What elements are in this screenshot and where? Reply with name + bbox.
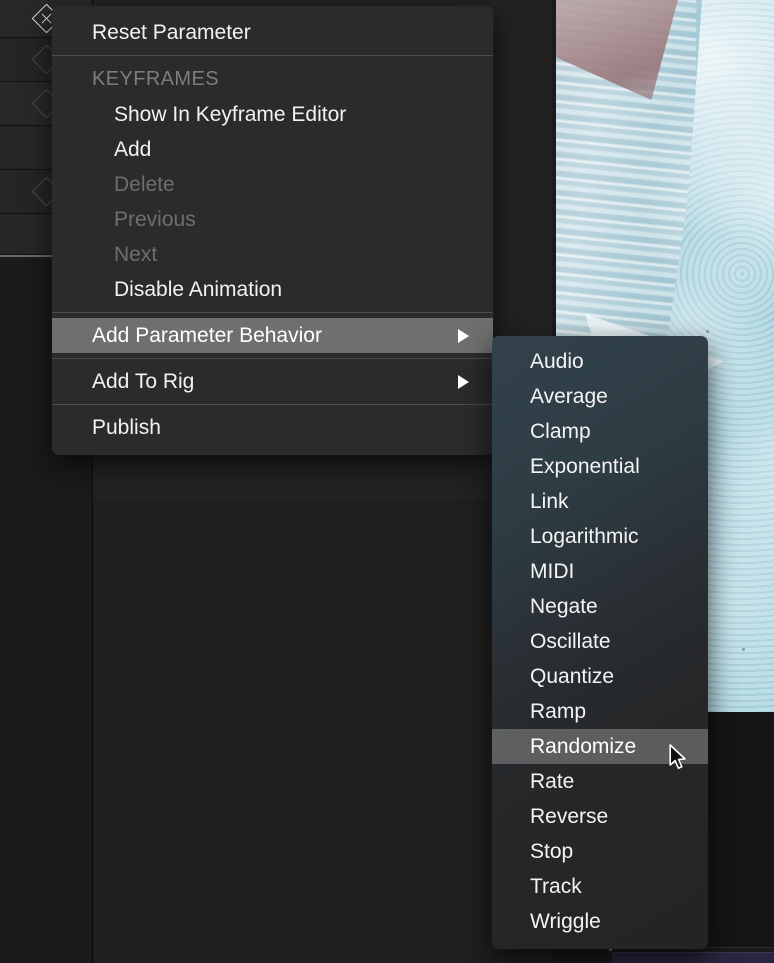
submenu-item-rate[interactable]: Rate xyxy=(492,764,708,799)
submenu-item-randomize[interactable]: Randomize xyxy=(492,729,708,764)
submenu-item-label: Randomize xyxy=(530,735,636,758)
menu-item-label: Reset Parameter xyxy=(92,21,251,44)
menu-item-previous: Previous xyxy=(52,202,493,237)
submenu-item-label: Quantize xyxy=(530,665,614,688)
submenu-item-label: MIDI xyxy=(530,560,574,583)
menu-separator xyxy=(52,404,493,405)
menu-separator xyxy=(52,55,493,56)
preview-speck xyxy=(742,648,745,651)
submenu-item-label: Track xyxy=(530,875,582,898)
submenu-item-label: Wriggle xyxy=(530,910,601,933)
menu-item-show-in-keyframe-editor[interactable]: Show In Keyframe Editor xyxy=(52,97,493,132)
submenu-item-label: Ramp xyxy=(530,700,586,723)
menu-item-label: Previous xyxy=(114,208,196,231)
menu-item-reset-parameter[interactable]: Reset Parameter xyxy=(52,15,493,50)
submenu-item-wriggle[interactable]: Wriggle xyxy=(492,904,708,939)
menu-item-label: Delete xyxy=(114,173,175,196)
preview-speck xyxy=(706,330,709,333)
submenu-item-label: Reverse xyxy=(530,805,608,828)
submenu-item-label: Oscillate xyxy=(530,630,611,653)
menu-item-delete: Delete xyxy=(52,167,493,202)
submenu-item-average[interactable]: Average xyxy=(492,379,708,414)
menu-top-padding xyxy=(52,6,493,15)
menu-item-label: Add To Rig xyxy=(92,370,194,393)
submenu-item-label: Negate xyxy=(530,595,598,618)
submenu-item-label: Audio xyxy=(530,350,584,373)
submenu-item-track[interactable]: Track xyxy=(492,869,708,904)
menu-item-publish[interactable]: Publish xyxy=(52,410,493,445)
timeline-clip-bar[interactable] xyxy=(612,952,774,963)
menu-item-label: Disable Animation xyxy=(114,278,282,301)
submenu-item-label: Exponential xyxy=(530,455,640,478)
submenu-item-audio[interactable]: Audio xyxy=(492,344,708,379)
submenu-item-exponential[interactable]: Exponential xyxy=(492,449,708,484)
submenu-item-reverse[interactable]: Reverse xyxy=(492,799,708,834)
submenu-item-stop[interactable]: Stop xyxy=(492,834,708,869)
submenu-item-logarithmic[interactable]: Logarithmic xyxy=(492,519,708,554)
menu-item-add-parameter-behavior[interactable]: Add Parameter Behavior xyxy=(52,318,493,353)
submenu-item-quantize[interactable]: Quantize xyxy=(492,659,708,694)
menu-separator xyxy=(52,312,493,313)
submenu-item-oscillate[interactable]: Oscillate xyxy=(492,624,708,659)
menu-item-disable-animation[interactable]: Disable Animation xyxy=(52,272,493,307)
submenu-item-clamp[interactable]: Clamp xyxy=(492,414,708,449)
submenu-item-label: Stop xyxy=(530,840,573,863)
context-menu: Reset Parameter KEYFRAMES Show In Keyfra… xyxy=(52,6,493,455)
submenu-item-label: Clamp xyxy=(530,420,591,443)
menu-item-add-to-rig[interactable]: Add To Rig xyxy=(52,364,493,399)
menu-item-label: Publish xyxy=(92,416,161,439)
parameter-behavior-submenu: Audio Average Clamp Exponential Link Log… xyxy=(492,336,708,949)
menu-section-label: KEYFRAMES xyxy=(92,68,219,90)
menu-bottom-padding xyxy=(52,445,493,455)
menu-item-label: Add xyxy=(114,138,151,161)
menu-separator xyxy=(52,358,493,359)
parameter-list-panel-lower xyxy=(92,500,552,963)
submenu-item-label: Logarithmic xyxy=(530,525,639,548)
submenu-item-label: Rate xyxy=(530,770,574,793)
submenu-item-negate[interactable]: Negate xyxy=(492,589,708,624)
submenu-item-label: Link xyxy=(530,490,569,513)
menu-item-next: Next xyxy=(52,237,493,272)
menu-item-label: Show In Keyframe Editor xyxy=(114,103,346,126)
submenu-item-midi[interactable]: MIDI xyxy=(492,554,708,589)
submenu-item-label: Average xyxy=(530,385,608,408)
triangle-right-icon xyxy=(458,375,469,389)
submenu-item-link[interactable]: Link xyxy=(492,484,708,519)
submenu-item-ramp[interactable]: Ramp xyxy=(492,694,708,729)
triangle-right-icon xyxy=(458,329,469,343)
menu-item-add[interactable]: Add xyxy=(52,132,493,167)
menu-item-label: Next xyxy=(114,243,157,266)
menu-item-label: Add Parameter Behavior xyxy=(92,324,322,347)
app-root: Reset Parameter KEYFRAMES Show In Keyfra… xyxy=(0,0,774,963)
menu-section-keyframes: KEYFRAMES xyxy=(52,61,493,97)
